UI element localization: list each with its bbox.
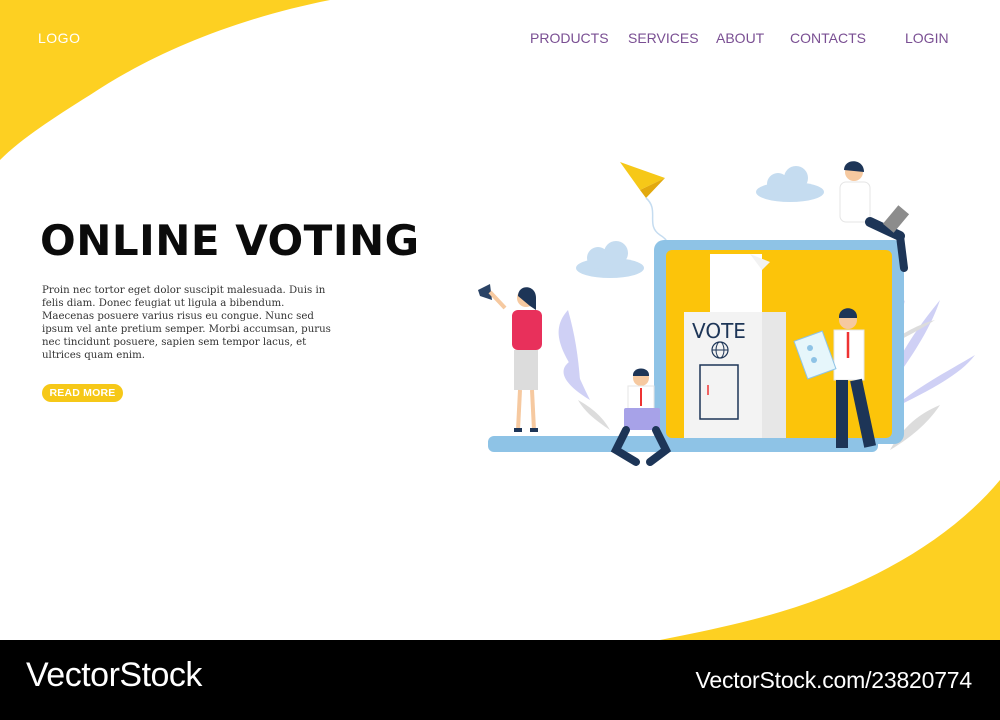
online-voting-illustration: VOTE [478,161,975,466]
main-nav: PRODUCTS SERVICES ABOUT CONTACTS LOGIN [0,30,1000,50]
read-more-button[interactable]: READ MORE [42,384,123,402]
ballot-paper-icon [710,254,770,314]
nav-contacts[interactable]: CONTACTS [790,30,866,46]
cloud-icon [576,241,644,278]
megaphone-icon [478,284,492,300]
nav-products[interactable]: PRODUCTS [530,30,609,46]
hero-description: Proin nec tortor eget dolor suscipit mal… [42,285,331,361]
bottom-right-yellow-shape [660,480,1000,640]
woman-with-megaphone [478,284,542,432]
ballot-box-label: VOTE [692,319,746,343]
cloud-icon [756,166,824,202]
footer-brand: VectorStock [26,656,202,694]
nav-services[interactable]: SERVICES [628,30,699,46]
nav-login[interactable]: LOGIN [905,30,949,46]
top-left-yellow-shape [0,0,330,160]
hero-title: ONLINE VOTING [40,216,420,265]
watermark-footer: VectorStock VectorStock.com/23820774 [0,640,1000,720]
landing-page: LOGO PRODUCTS SERVICES ABOUT CONTACTS LO… [0,0,1000,640]
nav-about[interactable]: ABOUT [716,30,764,46]
footer-image-id: VectorStock.com/23820774 [695,667,973,693]
